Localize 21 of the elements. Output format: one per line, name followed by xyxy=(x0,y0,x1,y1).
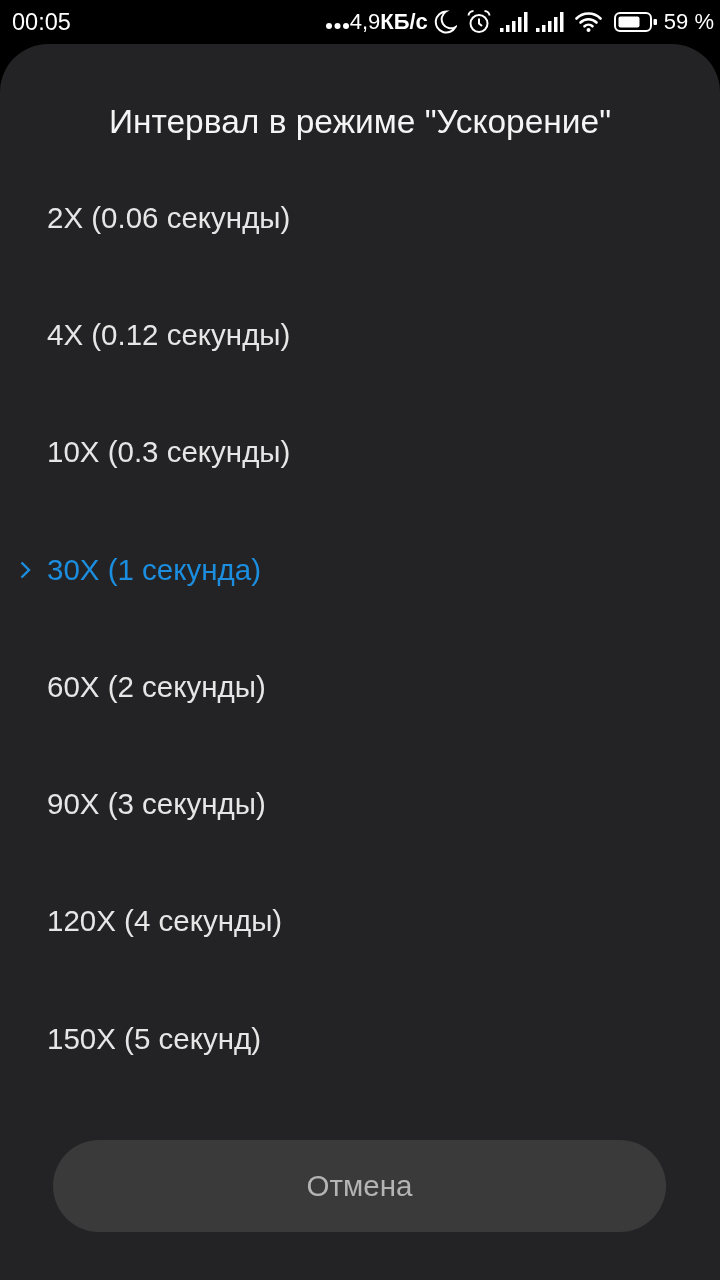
moon-icon xyxy=(433,10,457,34)
alarm-clock-icon xyxy=(466,10,491,34)
wifi-icon xyxy=(574,12,602,32)
battery-percent: 59 % xyxy=(663,9,714,35)
cancel-button[interactable]: Отмена xyxy=(53,1140,666,1232)
option-item[interactable]: 90X (3 секунды) xyxy=(0,745,720,863)
battery-icon xyxy=(613,12,657,32)
chevron-icon xyxy=(20,560,31,579)
option-item[interactable]: 120X (4 секунды) xyxy=(0,862,720,981)
option-item[interactable]: 4X (0.12 секунды) xyxy=(0,276,720,394)
network-speed: 4,9КБ/с xyxy=(349,9,428,35)
option-item[interactable]: 2X (0.06 секунды) xyxy=(0,159,720,277)
option-item[interactable]: 60X (2 секунды) xyxy=(0,628,720,746)
dialog-title: Интервал в режиме "Ускорение" xyxy=(107,102,613,142)
signal-icon xyxy=(535,12,564,32)
option-item[interactable]: 30X (1 секунда) xyxy=(0,510,720,629)
signal-icon xyxy=(499,12,528,32)
more-dots-icon xyxy=(325,23,349,29)
clock-time: 00:05 xyxy=(12,8,72,36)
option-item[interactable]: 150X (5 секунд) xyxy=(0,980,720,1098)
option-item[interactable]: 10X (0.3 секунды) xyxy=(0,393,720,511)
